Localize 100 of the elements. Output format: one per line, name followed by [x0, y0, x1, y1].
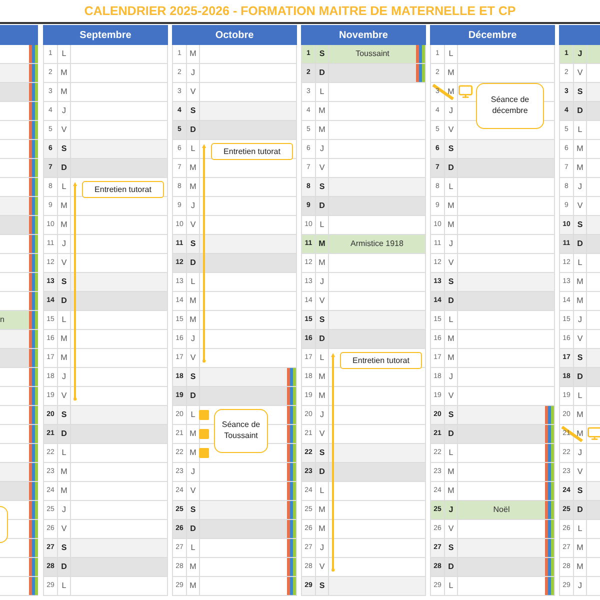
weekday-letter: J	[320, 542, 324, 554]
weekday-letter: S	[448, 276, 454, 288]
weekday-letter: J	[320, 143, 324, 155]
weekday-letter: D	[190, 124, 196, 136]
weekday-letter: M	[576, 295, 584, 307]
weekday-letter: D	[577, 371, 583, 383]
weekday-letter: J	[191, 333, 195, 345]
weekday-letter: L	[190, 276, 196, 288]
event-callout: Séance de décembre	[476, 83, 544, 129]
weekday-letter: L	[320, 219, 324, 231]
weekday-letter: V	[448, 390, 454, 402]
weekday-letter: M	[576, 428, 584, 440]
weekday-letter: V	[190, 352, 196, 364]
weekday-letter: S	[190, 504, 196, 516]
weekday-letter: V	[577, 466, 583, 478]
weekday-letter: J	[62, 371, 66, 383]
weekday-letter: M	[60, 67, 68, 79]
weekday-letter: L	[448, 314, 454, 326]
weekday-letter: V	[319, 428, 325, 440]
weekday-letter: M	[60, 333, 68, 345]
weekday-letter: M	[190, 295, 196, 307]
weekday-letter: M	[190, 162, 196, 174]
weekday-letter: L	[320, 86, 324, 98]
weekday-letter: L	[578, 523, 582, 535]
weekday-letter: J	[578, 447, 582, 459]
event-label: Entretien tutorat	[82, 181, 164, 198]
weekday-letter: D	[319, 67, 325, 79]
weekday-letter: M	[318, 257, 326, 269]
weekday-letter: D	[190, 257, 196, 269]
weekday-letter: L	[578, 390, 582, 402]
weekday-letter: M	[318, 390, 326, 402]
weekday-letter: L	[190, 143, 196, 155]
weekday-letter: L	[320, 485, 324, 497]
weekday-letter: M	[448, 86, 454, 98]
weekday-letter: J	[578, 314, 582, 326]
weekday-letter: V	[319, 162, 325, 174]
holiday-label: n	[0, 314, 4, 326]
weekday-letter: M	[318, 124, 326, 136]
weekday-letter: D	[448, 428, 454, 440]
weekday-letter: M	[448, 466, 454, 478]
weekday-letter: V	[577, 200, 583, 212]
weekday-letter: J	[62, 238, 66, 250]
weekday-letter: J	[62, 105, 66, 117]
monitor-icon	[458, 84, 473, 99]
weekday-letter: S	[319, 580, 325, 592]
weekday-letter: S	[319, 181, 325, 193]
weekday-letter: V	[577, 333, 583, 345]
weekday-letter: L	[62, 48, 66, 60]
weekday-letter: J	[578, 48, 582, 60]
event-callout: Séance de Toussaint	[214, 409, 268, 453]
weekday-letter: V	[319, 295, 325, 307]
monitor-icon	[587, 426, 600, 441]
weekday-letter: D	[61, 561, 67, 573]
weekday-letter: S	[319, 447, 325, 459]
weekday-letter: M	[190, 428, 196, 440]
weekday-letter: J	[320, 409, 324, 421]
weekday-letter: J	[62, 504, 66, 516]
weekday-letter: S	[448, 409, 454, 421]
weekday-letter: S	[61, 276, 67, 288]
weekday-letter: M	[190, 314, 196, 326]
weekday-letter: M	[60, 200, 68, 212]
weekday-letter: J	[449, 371, 453, 383]
weekday-letter: M	[448, 352, 454, 364]
weekday-letter: S	[577, 352, 583, 364]
weekday-letter: M	[60, 86, 68, 98]
weekday-letter: J	[191, 200, 195, 212]
weekday-letter: M	[190, 580, 196, 592]
event-label: Entretien tutorat	[340, 352, 422, 369]
weekday-letter: V	[319, 561, 325, 573]
weekday-letter: J	[448, 504, 454, 516]
weekday-letter: D	[319, 333, 325, 345]
weekday-letter: V	[61, 124, 67, 136]
weekday-letter: M	[190, 447, 196, 459]
weekday-letter: D	[448, 162, 454, 174]
weekday-letter: M	[190, 181, 196, 193]
month-header	[0, 25, 38, 45]
weekday-letter: D	[190, 390, 196, 402]
weekday-letter: V	[190, 219, 196, 231]
weekday-letter: M	[190, 561, 196, 573]
weekday-letter: M	[190, 48, 196, 60]
month-header: Décembre	[430, 25, 555, 45]
weekday-letter: L	[448, 580, 454, 592]
weekday-letter: S	[61, 409, 67, 421]
weekday-letter: M	[318, 371, 326, 383]
holiday-label: Armistice 1918	[350, 238, 404, 250]
weekday-letter: D	[448, 561, 454, 573]
weekday-letter: D	[319, 200, 325, 212]
weekday-letter: D	[448, 295, 454, 307]
holiday-label: Noël	[493, 504, 510, 516]
weekday-letter: J	[449, 238, 453, 250]
weekday-letter: J	[449, 105, 453, 117]
weekday-letter: S	[577, 86, 583, 98]
weekday-letter: V	[448, 124, 454, 136]
weekday-letter: M	[576, 542, 584, 554]
weekday-letter: J	[191, 67, 195, 79]
weekday-letter: L	[62, 181, 66, 193]
weekday-letter: L	[62, 447, 66, 459]
weekday-letter: L	[62, 580, 66, 592]
weekday-letter: D	[61, 162, 67, 174]
weekday-letter: V	[448, 257, 454, 269]
